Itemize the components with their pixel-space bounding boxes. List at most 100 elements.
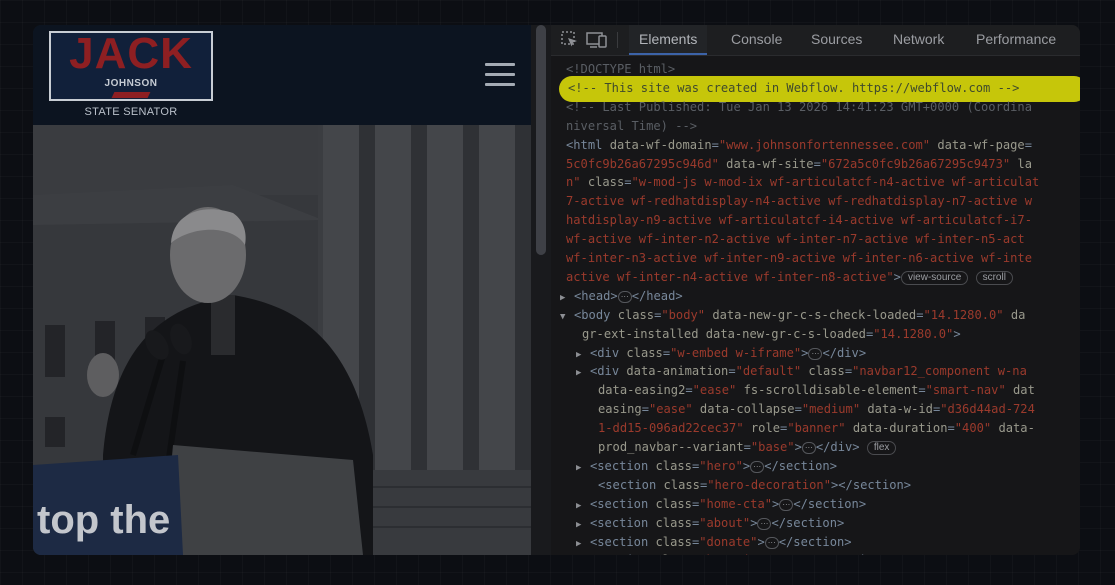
code-line[interactable]: ▶ <head> ··· </head> — [560, 287, 683, 306]
code-token: data-wf-domain — [609, 137, 712, 152]
toolbar-separator — [617, 32, 618, 48]
code-token: class — [655, 534, 692, 549]
tab-network[interactable]: Network — [883, 25, 954, 55]
code-token: wf-active wf-inter-n2-active wf-inter-n7… — [566, 232, 1025, 247]
code-line[interactable]: 1-dd15-096ad22cec37" role = "banner" data-… — [598, 419, 1035, 438]
code-token: "navbar12_component w-na — [852, 364, 1027, 379]
code-token: "14.1280.0" — [923, 307, 1004, 322]
code-line[interactable]: hatdisplay-n9-active wf-articulatcf-i4-a… — [566, 211, 1032, 230]
code-token: "ease" — [692, 383, 737, 398]
code-token: = — [1024, 137, 1032, 152]
code-token: = — [685, 383, 693, 398]
code-line[interactable]: niversal Time) --> — [566, 117, 697, 136]
expand-arrow-icon[interactable]: ▶ — [576, 553, 590, 555]
code-token: <head> — [574, 288, 618, 303]
code-token: "base" — [750, 440, 795, 454]
code-token: active wf-inter-n4-active wf-inter-n8-ac… — [566, 269, 894, 284]
collapse-arrow-icon[interactable]: ▼ — [560, 308, 574, 327]
code-line[interactable]: n" class="w-mod-js w-mod-ix wf-articulat… — [566, 173, 1039, 192]
collapsed-content-ellipsis[interactable]: ··· — [750, 460, 765, 473]
code-token: class — [617, 307, 655, 322]
code-line[interactable]: ▶ <section class="home-cta"> ··· </section> — [576, 495, 866, 514]
code-line[interactable]: ▶ <div data-animation="default" class="na… — [576, 362, 1027, 381]
code-line[interactable]: prod_navbar--variant="base"> ··· </div> fl… — [598, 438, 897, 457]
device-toolbar-icon[interactable] — [585, 29, 607, 51]
code-line[interactable]: ▶ <section class="donate"> ··· </section> — [576, 533, 852, 552]
code-token: "400" — [954, 421, 992, 436]
scrollbar-thumb[interactable] — [536, 25, 546, 255]
collapsed-content-ellipsis[interactable]: ··· — [779, 498, 794, 511]
code-token: "d36d44ad-724 — [940, 402, 1035, 417]
code-token: = — [662, 345, 671, 360]
collapsed-content-ellipsis[interactable]: ··· — [808, 347, 823, 360]
code-token: da — [1003, 307, 1026, 322]
code-line[interactable]: ▶ <section class="about"> ··· </section> — [576, 514, 844, 533]
badge-scroll[interactable]: scroll — [975, 270, 1013, 285]
code-token: > — [772, 496, 780, 511]
code-token: "14.1280.0" — [873, 326, 954, 341]
code-line[interactable]: <!-- This site was created in Webflow. h… — [568, 79, 1027, 98]
collapsed-content-ellipsis[interactable]: ··· — [617, 290, 632, 303]
code-token: role — [743, 421, 781, 436]
code-token: n" — [566, 175, 581, 190]
code-token: class — [656, 553, 692, 555]
code-line[interactable]: <html data-wf-domain="www.johnsonfortenn… — [566, 136, 1032, 155]
logo-last-name: JOHNSON — [104, 78, 158, 89]
code-line[interactable]: gr-ext-installed data-new-gr-c-s-loaded=… — [582, 325, 961, 344]
site-logo[interactable]: JACK JOHNSON — [49, 31, 213, 101]
code-line[interactable]: <section class="hero-decoration"></secti… — [598, 476, 911, 495]
code-line[interactable]: 7-active wf-redhatdisplay-n4-active wf-r… — [566, 192, 1032, 211]
collapsed-content-ellipsis[interactable]: ··· — [764, 536, 779, 549]
code-line[interactable]: ▶<section class="home-issues">···</secti… — [576, 551, 888, 555]
code-line[interactable]: ▶ <div class="w-embed w-iframe"> ··· </div> — [576, 344, 866, 363]
code-token: "smart-nav" — [925, 383, 1006, 398]
code-line[interactable]: ▼ <body class = "body" data-new-gr-c-s-chec… — [560, 306, 1025, 325]
code-token: = — [624, 175, 632, 190]
code-token: > — [794, 440, 802, 454]
code-token: data-animation — [626, 364, 729, 379]
badge-view-source[interactable]: view-source — [900, 270, 969, 285]
code-token: 7-active wf-redhatdisplay-n4-active wf-r… — [566, 194, 1032, 209]
code-token: > — [742, 458, 751, 473]
code-token: data-duration — [845, 421, 948, 436]
code-line[interactable]: easing="ease" data-collapse="medium" dat… — [598, 400, 1035, 419]
code-line[interactable]: data-easing2="ease" fs-scrolldisable-ele… — [598, 381, 1035, 400]
code-token: class — [655, 458, 692, 473]
elements-tree: <!DOCTYPE html> <!-- This site was create… — [551, 56, 1080, 555]
screenshot-frame: JACK JOHNSON STATE SENATOR top the Eleme… — [33, 25, 1080, 555]
code-line[interactable]: wf-active wf-inter-n2-active wf-inter-n7… — [566, 230, 1025, 249]
code-line[interactable]: ▶ <section class="hero"> ··· </section> — [576, 457, 837, 476]
code-token: dat — [1005, 383, 1035, 398]
code-line[interactable]: <!-- Last Published: Tue Jan 13 2026 14:… — [566, 98, 1032, 117]
code-token: data-wf-page — [930, 137, 1025, 152]
tab-sources[interactable]: Sources — [801, 25, 872, 55]
code-token: easing — [598, 402, 642, 417]
tab-console[interactable]: Console — [721, 25, 792, 55]
code-token: hatdisplay-n9-active wf-articulatcf-i4-a… — [566, 213, 1032, 228]
code-token: </div> — [815, 440, 860, 454]
code-token: class — [663, 477, 700, 492]
code-token: niversal Time) --> — [566, 118, 698, 133]
code-token: "donate" — [699, 534, 758, 549]
code-line[interactable]: 5c0fc9b26a67295c946d" data-wf-site="672a… — [566, 155, 1032, 174]
hero-photo: top the — [33, 125, 531, 555]
code-line[interactable]: <!DOCTYPE html> — [566, 60, 675, 79]
expand-arrow-icon[interactable]: ▶ — [576, 459, 590, 478]
expand-arrow-icon[interactable]: ▶ — [576, 364, 590, 383]
code-line[interactable]: wf-inter-n3-active wf-inter-n9-active wf… — [566, 249, 1032, 268]
badge-flex[interactable]: flex — [866, 441, 897, 455]
code-token: > — [953, 326, 961, 341]
panel-divider[interactable] — [531, 25, 551, 555]
tab-performance[interactable]: Performance — [966, 25, 1066, 55]
collapsed-content-ellipsis[interactable]: ··· — [757, 517, 772, 530]
code-token: <body — [574, 307, 618, 322]
tab-elements[interactable]: Elements — [629, 25, 708, 55]
code-token: 1-dd15-096ad22cec37" — [598, 421, 744, 436]
hamburger-menu-icon[interactable] — [485, 63, 515, 87]
inspect-element-icon[interactable] — [559, 29, 581, 51]
code-token: = — [947, 421, 955, 436]
code-line[interactable]: active wf-inter-n4-active wf-inter-n8-ac… — [566, 268, 1013, 287]
collapsed-content-ellipsis[interactable]: ··· — [801, 442, 816, 454]
code-token: <div — [590, 345, 627, 360]
hero-photo-illustration: top the — [33, 125, 531, 555]
